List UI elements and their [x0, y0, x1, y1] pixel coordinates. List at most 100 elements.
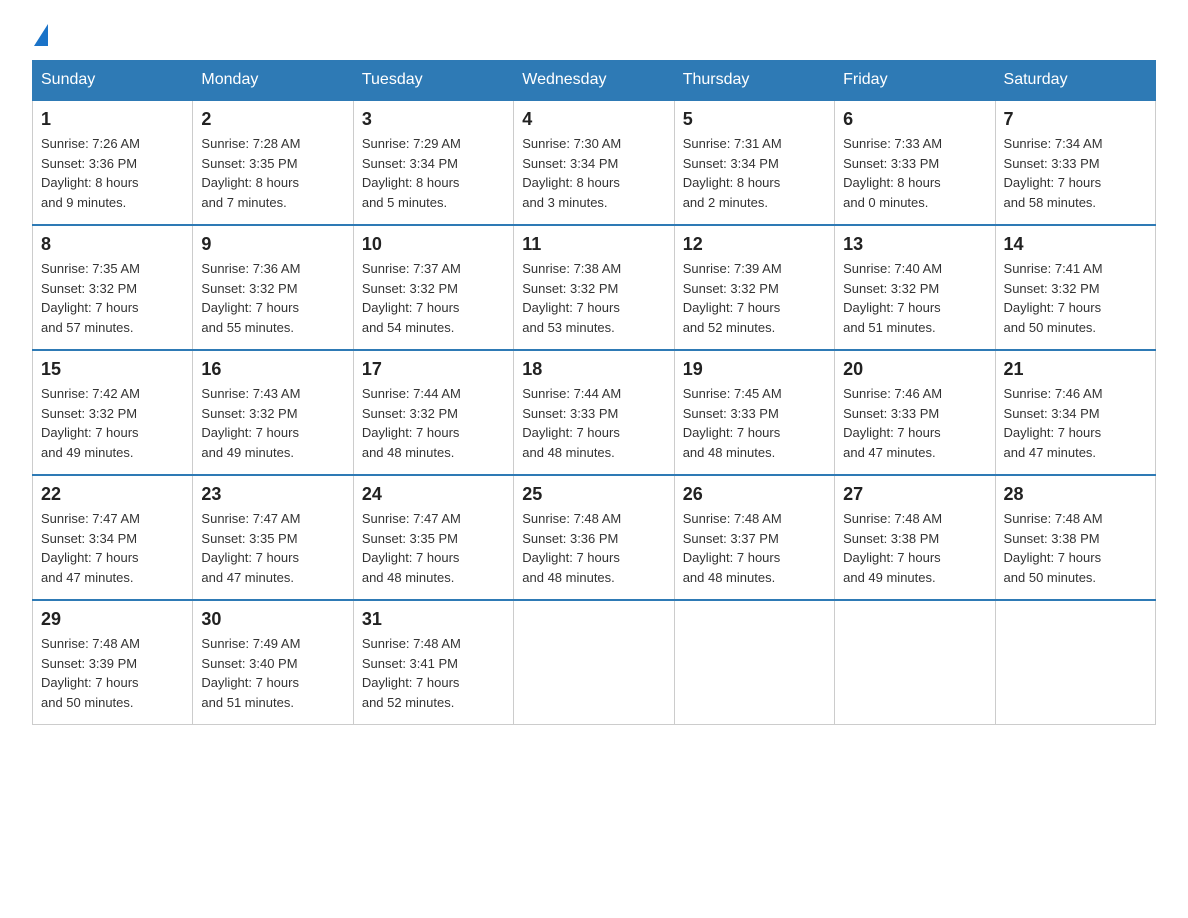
- day-number: 16: [201, 359, 344, 380]
- day-number: 2: [201, 109, 344, 130]
- table-row: 29 Sunrise: 7:48 AMSunset: 3:39 PMDaylig…: [33, 600, 193, 725]
- table-row: 16 Sunrise: 7:43 AMSunset: 3:32 PMDaylig…: [193, 350, 353, 475]
- day-info: Sunrise: 7:42 AMSunset: 3:32 PMDaylight:…: [41, 384, 184, 462]
- table-row: 6 Sunrise: 7:33 AMSunset: 3:33 PMDayligh…: [835, 100, 995, 225]
- day-number: 22: [41, 484, 184, 505]
- day-info: Sunrise: 7:34 AMSunset: 3:33 PMDaylight:…: [1004, 134, 1147, 212]
- table-row: 10 Sunrise: 7:37 AMSunset: 3:32 PMDaylig…: [353, 225, 513, 350]
- day-info: Sunrise: 7:35 AMSunset: 3:32 PMDaylight:…: [41, 259, 184, 337]
- calendar-week-row: 1 Sunrise: 7:26 AMSunset: 3:36 PMDayligh…: [33, 100, 1156, 225]
- day-number: 21: [1004, 359, 1147, 380]
- table-row: 1 Sunrise: 7:26 AMSunset: 3:36 PMDayligh…: [33, 100, 193, 225]
- day-number: 25: [522, 484, 665, 505]
- col-friday: Friday: [835, 61, 995, 101]
- col-thursday: Thursday: [674, 61, 834, 101]
- day-number: 19: [683, 359, 826, 380]
- day-number: 9: [201, 234, 344, 255]
- day-info: Sunrise: 7:29 AMSunset: 3:34 PMDaylight:…: [362, 134, 505, 212]
- day-number: 29: [41, 609, 184, 630]
- table-row: 22 Sunrise: 7:47 AMSunset: 3:34 PMDaylig…: [33, 475, 193, 600]
- day-info: Sunrise: 7:31 AMSunset: 3:34 PMDaylight:…: [683, 134, 826, 212]
- day-info: Sunrise: 7:38 AMSunset: 3:32 PMDaylight:…: [522, 259, 665, 337]
- table-row: 7 Sunrise: 7:34 AMSunset: 3:33 PMDayligh…: [995, 100, 1155, 225]
- table-row: 31 Sunrise: 7:48 AMSunset: 3:41 PMDaylig…: [353, 600, 513, 725]
- day-number: 15: [41, 359, 184, 380]
- day-number: 18: [522, 359, 665, 380]
- day-info: Sunrise: 7:46 AMSunset: 3:33 PMDaylight:…: [843, 384, 986, 462]
- table-row: [835, 600, 995, 725]
- day-number: 24: [362, 484, 505, 505]
- calendar-week-row: 15 Sunrise: 7:42 AMSunset: 3:32 PMDaylig…: [33, 350, 1156, 475]
- calendar-table: Sunday Monday Tuesday Wednesday Thursday…: [32, 60, 1156, 725]
- day-info: Sunrise: 7:40 AMSunset: 3:32 PMDaylight:…: [843, 259, 986, 337]
- table-row: 8 Sunrise: 7:35 AMSunset: 3:32 PMDayligh…: [33, 225, 193, 350]
- day-info: Sunrise: 7:30 AMSunset: 3:34 PMDaylight:…: [522, 134, 665, 212]
- day-number: 10: [362, 234, 505, 255]
- day-info: Sunrise: 7:45 AMSunset: 3:33 PMDaylight:…: [683, 384, 826, 462]
- day-info: Sunrise: 7:39 AMSunset: 3:32 PMDaylight:…: [683, 259, 826, 337]
- day-number: 14: [1004, 234, 1147, 255]
- day-number: 27: [843, 484, 986, 505]
- calendar-header-row: Sunday Monday Tuesday Wednesday Thursday…: [33, 61, 1156, 101]
- day-info: Sunrise: 7:49 AMSunset: 3:40 PMDaylight:…: [201, 634, 344, 712]
- table-row: 17 Sunrise: 7:44 AMSunset: 3:32 PMDaylig…: [353, 350, 513, 475]
- day-info: Sunrise: 7:48 AMSunset: 3:38 PMDaylight:…: [1004, 509, 1147, 587]
- table-row: 24 Sunrise: 7:47 AMSunset: 3:35 PMDaylig…: [353, 475, 513, 600]
- day-number: 13: [843, 234, 986, 255]
- table-row: 3 Sunrise: 7:29 AMSunset: 3:34 PMDayligh…: [353, 100, 513, 225]
- day-info: Sunrise: 7:36 AMSunset: 3:32 PMDaylight:…: [201, 259, 344, 337]
- day-info: Sunrise: 7:48 AMSunset: 3:36 PMDaylight:…: [522, 509, 665, 587]
- calendar-week-row: 22 Sunrise: 7:47 AMSunset: 3:34 PMDaylig…: [33, 475, 1156, 600]
- page-header: [32, 24, 1156, 44]
- table-row: 26 Sunrise: 7:48 AMSunset: 3:37 PMDaylig…: [674, 475, 834, 600]
- day-info: Sunrise: 7:47 AMSunset: 3:35 PMDaylight:…: [362, 509, 505, 587]
- table-row: 18 Sunrise: 7:44 AMSunset: 3:33 PMDaylig…: [514, 350, 674, 475]
- table-row: 19 Sunrise: 7:45 AMSunset: 3:33 PMDaylig…: [674, 350, 834, 475]
- day-number: 5: [683, 109, 826, 130]
- day-info: Sunrise: 7:44 AMSunset: 3:32 PMDaylight:…: [362, 384, 505, 462]
- day-info: Sunrise: 7:44 AMSunset: 3:33 PMDaylight:…: [522, 384, 665, 462]
- day-number: 17: [362, 359, 505, 380]
- table-row: 21 Sunrise: 7:46 AMSunset: 3:34 PMDaylig…: [995, 350, 1155, 475]
- logo: [32, 24, 48, 44]
- table-row: 20 Sunrise: 7:46 AMSunset: 3:33 PMDaylig…: [835, 350, 995, 475]
- table-row: 12 Sunrise: 7:39 AMSunset: 3:32 PMDaylig…: [674, 225, 834, 350]
- logo-triangle-icon: [34, 24, 48, 46]
- day-number: 7: [1004, 109, 1147, 130]
- day-info: Sunrise: 7:48 AMSunset: 3:39 PMDaylight:…: [41, 634, 184, 712]
- col-sunday: Sunday: [33, 61, 193, 101]
- day-info: Sunrise: 7:28 AMSunset: 3:35 PMDaylight:…: [201, 134, 344, 212]
- calendar-week-row: 8 Sunrise: 7:35 AMSunset: 3:32 PMDayligh…: [33, 225, 1156, 350]
- day-info: Sunrise: 7:47 AMSunset: 3:34 PMDaylight:…: [41, 509, 184, 587]
- day-info: Sunrise: 7:37 AMSunset: 3:32 PMDaylight:…: [362, 259, 505, 337]
- table-row: 15 Sunrise: 7:42 AMSunset: 3:32 PMDaylig…: [33, 350, 193, 475]
- table-row: [674, 600, 834, 725]
- day-info: Sunrise: 7:46 AMSunset: 3:34 PMDaylight:…: [1004, 384, 1147, 462]
- day-info: Sunrise: 7:48 AMSunset: 3:37 PMDaylight:…: [683, 509, 826, 587]
- day-number: 11: [522, 234, 665, 255]
- day-info: Sunrise: 7:43 AMSunset: 3:32 PMDaylight:…: [201, 384, 344, 462]
- col-monday: Monday: [193, 61, 353, 101]
- day-number: 26: [683, 484, 826, 505]
- day-number: 28: [1004, 484, 1147, 505]
- table-row: 30 Sunrise: 7:49 AMSunset: 3:40 PMDaylig…: [193, 600, 353, 725]
- table-row: 14 Sunrise: 7:41 AMSunset: 3:32 PMDaylig…: [995, 225, 1155, 350]
- day-info: Sunrise: 7:33 AMSunset: 3:33 PMDaylight:…: [843, 134, 986, 212]
- table-row: 5 Sunrise: 7:31 AMSunset: 3:34 PMDayligh…: [674, 100, 834, 225]
- table-row: 4 Sunrise: 7:30 AMSunset: 3:34 PMDayligh…: [514, 100, 674, 225]
- day-number: 6: [843, 109, 986, 130]
- table-row: 13 Sunrise: 7:40 AMSunset: 3:32 PMDaylig…: [835, 225, 995, 350]
- day-number: 31: [362, 609, 505, 630]
- table-row: 9 Sunrise: 7:36 AMSunset: 3:32 PMDayligh…: [193, 225, 353, 350]
- col-tuesday: Tuesday: [353, 61, 513, 101]
- calendar-week-row: 29 Sunrise: 7:48 AMSunset: 3:39 PMDaylig…: [33, 600, 1156, 725]
- table-row: 11 Sunrise: 7:38 AMSunset: 3:32 PMDaylig…: [514, 225, 674, 350]
- table-row: 28 Sunrise: 7:48 AMSunset: 3:38 PMDaylig…: [995, 475, 1155, 600]
- day-info: Sunrise: 7:48 AMSunset: 3:38 PMDaylight:…: [843, 509, 986, 587]
- day-number: 8: [41, 234, 184, 255]
- day-number: 30: [201, 609, 344, 630]
- day-number: 12: [683, 234, 826, 255]
- col-saturday: Saturday: [995, 61, 1155, 101]
- day-info: Sunrise: 7:48 AMSunset: 3:41 PMDaylight:…: [362, 634, 505, 712]
- col-wednesday: Wednesday: [514, 61, 674, 101]
